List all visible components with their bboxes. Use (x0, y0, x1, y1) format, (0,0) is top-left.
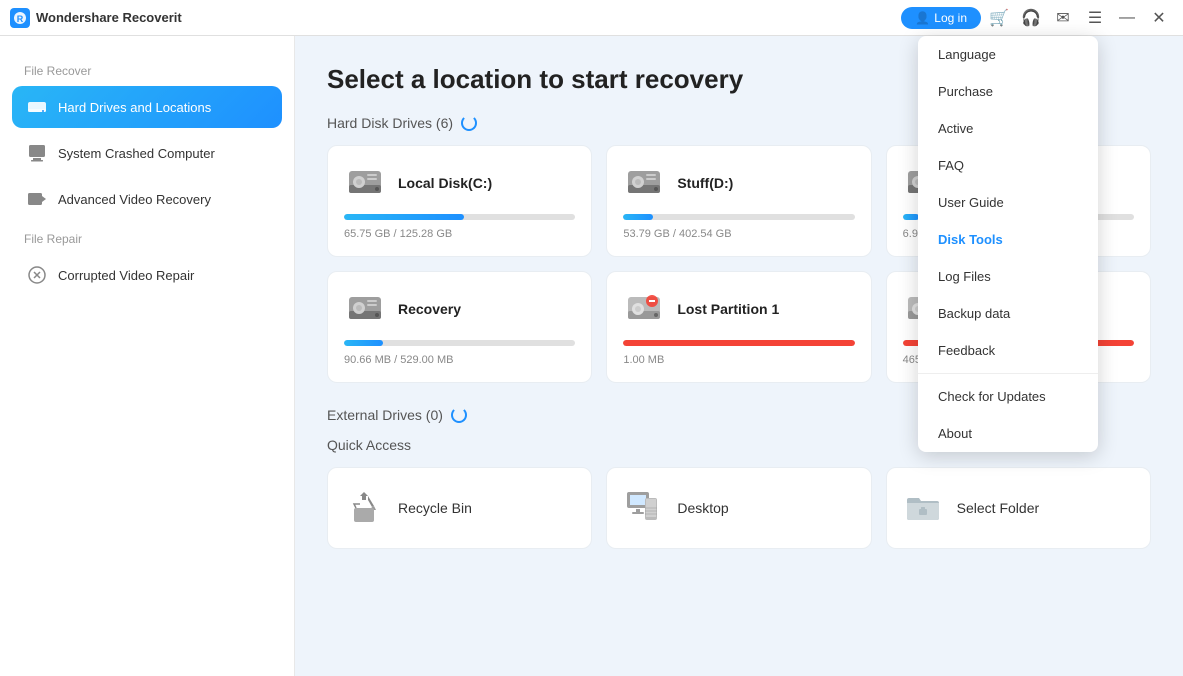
drive-bar (623, 340, 854, 346)
drive-bar-container (623, 214, 854, 220)
drive-size: 65.75 GB / 125.28 GB (344, 228, 575, 240)
drive-icon (623, 162, 665, 204)
drive-name: Lost Partition 1 (677, 301, 779, 317)
svg-text:R: R (17, 14, 24, 24)
drive-card-header: Recovery (344, 288, 575, 330)
dropdown-item-language[interactable]: Language (918, 36, 1098, 73)
titlebar: R Wondershare Recoverit 👤 Log in 🛒 🎧 ✉ ☰… (0, 0, 1183, 36)
recycle-bin-icon (344, 488, 384, 528)
drive-card-stuff-d--[interactable]: Stuff(D:) 53.79 GB / 402.54 GB (606, 145, 871, 257)
login-label: Log in (934, 11, 967, 25)
dropdown-menu: LanguagePurchaseActiveFAQUser GuideDisk … (918, 36, 1098, 452)
login-button[interactable]: 👤 Log in (901, 7, 981, 29)
drive-card-recovery[interactable]: Recovery 90.66 MB / 529.00 MB (327, 271, 592, 383)
system-crashed-label: System Crashed Computer (58, 146, 215, 161)
drive-bar-container (344, 214, 575, 220)
dropdown-divider (918, 373, 1098, 374)
person-icon: 👤 (915, 11, 930, 25)
dropdown-item-about[interactable]: About (918, 415, 1098, 452)
recycle-bin-label: Recycle Bin (398, 500, 472, 516)
dropdown-item-feedback[interactable]: Feedback (918, 332, 1098, 369)
drive-card-header: Local Disk(C:) (344, 162, 575, 204)
drive-size: 1.00 MB (623, 354, 854, 366)
sidebar-item-hard-drives[interactable]: Hard Drives and Locations (12, 86, 282, 128)
hard-disk-label: Hard Disk Drives (6) (327, 115, 453, 131)
drive-bar (903, 214, 919, 220)
drive-size: 90.66 MB / 529.00 MB (344, 354, 575, 366)
external-drives-refresh-icon[interactable] (451, 407, 467, 423)
hamburger-icon: ☰ (1088, 8, 1102, 28)
minimize-icon: — (1119, 9, 1135, 27)
dropdown-item-disk-tools[interactable]: Disk Tools (918, 221, 1098, 258)
drive-name: Stuff(D:) (677, 175, 733, 191)
quick-card-select-folder[interactable]: Select Folder (886, 467, 1151, 549)
sidebar-item-system-crashed[interactable]: System Crashed Computer (12, 132, 282, 174)
quick-access-label: Quick Access (327, 437, 411, 453)
app-body: File Recover Hard Drives and Locations S… (0, 36, 1183, 676)
dropdown-item-backup-data[interactable]: Backup data (918, 295, 1098, 332)
drive-card-header: Lost Partition 1 (623, 288, 854, 330)
drive-card-lost-partition-1[interactable]: Lost Partition 1 1.00 MB (606, 271, 871, 383)
titlebar-controls: 👤 Log in 🛒 🎧 ✉ ☰ — ✕ (901, 4, 1173, 32)
drive-bar (344, 340, 383, 346)
file-recover-label: File Recover (12, 56, 282, 82)
dropdown-item-purchase[interactable]: Purchase (918, 73, 1098, 110)
dropdown-item-user-guide[interactable]: User Guide (918, 184, 1098, 221)
quick-card-recycle-bin[interactable]: Recycle Bin (327, 467, 592, 549)
drive-bar (344, 214, 464, 220)
cart-icon: 🛒 (989, 8, 1009, 28)
drive-bar-container (623, 340, 854, 346)
external-drives-label: External Drives (0) (327, 407, 443, 423)
advanced-video-label: Advanced Video Recovery (58, 192, 211, 207)
sidebar-item-advanced-video[interactable]: Advanced Video Recovery (12, 178, 282, 220)
sidebar-item-corrupted-video[interactable]: Corrupted Video Repair (12, 254, 282, 296)
corrupted-video-label: Corrupted Video Repair (58, 268, 194, 283)
drive-bar-container (344, 340, 575, 346)
file-repair-label: File Repair (12, 224, 282, 250)
select-folder-icon (903, 488, 943, 528)
dropdown-item-active[interactable]: Active (918, 110, 1098, 147)
desktop-label: Desktop (677, 500, 728, 516)
headset-button[interactable]: 🎧 (1017, 4, 1045, 32)
hard-disk-refresh-icon[interactable] (461, 115, 477, 131)
logo-icon: R (10, 8, 30, 28)
desktop-icon (623, 488, 663, 528)
drive-icon (623, 288, 665, 330)
drive-size: 53.79 GB / 402.54 GB (623, 228, 854, 240)
drive-icon (344, 162, 386, 204)
advanced-video-icon (26, 188, 48, 210)
mail-button[interactable]: ✉ (1049, 4, 1077, 32)
app-logo: R Wondershare Recoverit (10, 8, 182, 28)
drive-name: Local Disk(C:) (398, 175, 492, 191)
app-title: Wondershare Recoverit (36, 10, 182, 25)
close-icon: ✕ (1152, 8, 1165, 28)
drive-card-header: Stuff(D:) (623, 162, 854, 204)
hard-drives-icon (26, 96, 48, 118)
dropdown-item-check-updates[interactable]: Check for Updates (918, 378, 1098, 415)
close-button[interactable]: ✕ (1145, 4, 1173, 32)
select-folder-label: Select Folder (957, 500, 1039, 516)
system-crashed-icon (26, 142, 48, 164)
menu-button[interactable]: ☰ (1081, 4, 1109, 32)
drive-name: Recovery (398, 301, 461, 317)
corrupted-video-icon (26, 264, 48, 286)
hard-drives-label: Hard Drives and Locations (58, 100, 211, 115)
quick-card-desktop[interactable]: Desktop (606, 467, 871, 549)
minimize-button[interactable]: — (1113, 4, 1141, 32)
headset-icon: 🎧 (1021, 8, 1041, 28)
cart-button[interactable]: 🛒 (985, 4, 1013, 32)
drive-card-local-disk-c--[interactable]: Local Disk(C:) 65.75 GB / 125.28 GB (327, 145, 592, 257)
drive-bar (623, 214, 653, 220)
dropdown-item-faq[interactable]: FAQ (918, 147, 1098, 184)
mail-icon: ✉ (1056, 8, 1069, 28)
drive-icon (344, 288, 386, 330)
sidebar: File Recover Hard Drives and Locations S… (0, 36, 295, 676)
dropdown-item-log-files[interactable]: Log Files (918, 258, 1098, 295)
quick-access-grid: Recycle Bin Desktop Select Folder (327, 467, 1151, 549)
